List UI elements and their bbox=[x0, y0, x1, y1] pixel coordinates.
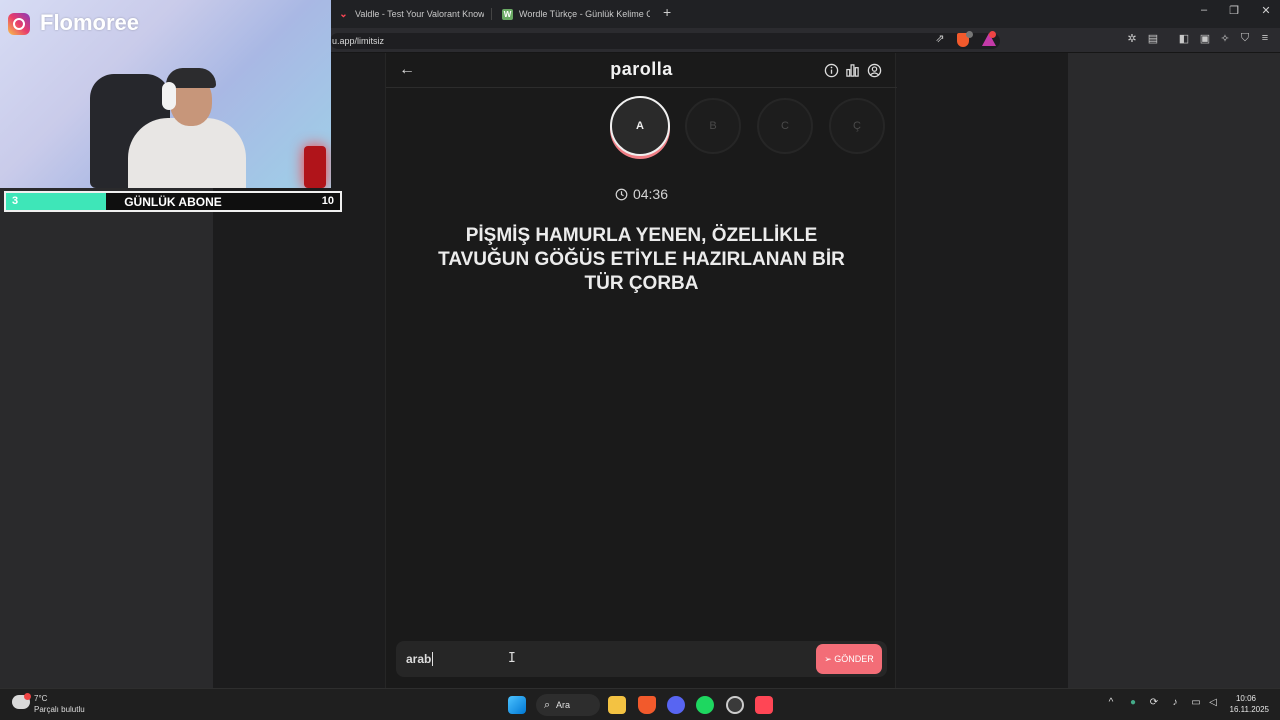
send-button-label: GÖNDER bbox=[834, 654, 874, 664]
info-icon[interactable] bbox=[824, 63, 839, 78]
letter-progress: A B C Ç bbox=[386, 96, 897, 156]
network-icon[interactable]: ▭ bbox=[1189, 697, 1203, 708]
user-profile-icon[interactable] bbox=[867, 63, 882, 78]
webcam-overlay: Flomoree bbox=[0, 0, 331, 188]
subscriber-goal-label: GÜNLÜK ABONE bbox=[124, 195, 222, 209]
share-icon[interactable]: ⇗ bbox=[932, 32, 948, 45]
brave-browser-icon[interactable] bbox=[638, 696, 656, 714]
microphone-icon[interactable]: ♪ bbox=[1168, 697, 1182, 708]
clock-time[interactable]: 10:06 bbox=[1236, 694, 1256, 703]
reading-list-icon[interactable]: ▤ bbox=[1145, 32, 1161, 45]
app-header: ← parolla bbox=[386, 53, 897, 88]
extensions-icon[interactable]: ✲ bbox=[1124, 32, 1140, 45]
spotify-icon[interactable] bbox=[696, 696, 714, 714]
valdle-favicon-icon: ⌄ bbox=[339, 8, 348, 20]
wordle-favicon-icon: W bbox=[502, 8, 513, 20]
volume-icon[interactable]: ◁ bbox=[1206, 697, 1220, 708]
send-arrow-icon: ➢ bbox=[824, 654, 832, 664]
minimize-icon[interactable]: – bbox=[1194, 4, 1214, 16]
file-explorer-icon[interactable] bbox=[608, 696, 626, 714]
wallet-icon[interactable]: ▣ bbox=[1197, 32, 1213, 45]
channel-name: Flomoree bbox=[40, 10, 140, 35]
obs-icon[interactable] bbox=[726, 696, 744, 714]
taskbar-search[interactable]: Ara bbox=[536, 694, 600, 716]
rewards-badge bbox=[989, 31, 996, 38]
answer-input-value: arab bbox=[406, 652, 434, 666]
timer-value: 04:36 bbox=[632, 186, 669, 202]
tab-title: Wordle Türkçe - Günlük Kelime Oyun bbox=[519, 9, 650, 19]
leo-ai-icon[interactable]: ✧ bbox=[1217, 32, 1233, 45]
letter-circle-active: A bbox=[610, 96, 670, 156]
sidebar-icon[interactable]: ◧ bbox=[1176, 32, 1192, 45]
close-icon[interactable]: ✕ bbox=[1256, 4, 1276, 17]
question-text: PİŞMİŞ HAMURLA YENEN, ÖZELLİKLE TAVUĞUN … bbox=[438, 225, 845, 294]
stats-chart-icon[interactable] bbox=[845, 63, 860, 78]
discord-icon[interactable] bbox=[667, 696, 685, 714]
weather-alert-badge bbox=[24, 693, 31, 700]
tray-overflow-icon[interactable]: ^ bbox=[1104, 697, 1118, 708]
clock-date[interactable]: 16.11.2025 bbox=[1230, 705, 1269, 714]
tab-separator bbox=[491, 8, 492, 20]
menu-icon[interactable]: ≡ bbox=[1257, 32, 1273, 44]
taskbar-search-label: Ara bbox=[556, 700, 571, 710]
instagram-icon bbox=[8, 13, 30, 35]
valorant-icon[interactable] bbox=[755, 696, 773, 714]
subscriber-goal-target: 10 bbox=[321, 195, 334, 207]
tab-wordle[interactable]: W Wordle Türkçe - Günlük Kelime Oyun bbox=[502, 4, 650, 24]
answer-input[interactable]: arab ➢ GÖNDER bbox=[396, 641, 887, 677]
timer: 04:36 bbox=[386, 186, 897, 202]
headphones-graphic bbox=[162, 82, 176, 110]
send-button[interactable]: ➢ GÖNDER bbox=[816, 644, 882, 674]
parolla-app: ← parolla A B C Ç 04:36 PİŞMİŞ HAMURLA Y… bbox=[385, 53, 897, 688]
red-lamp-graphic bbox=[304, 146, 326, 188]
url-text: u.app/limitsiz bbox=[332, 36, 385, 46]
app-title: parolla bbox=[610, 59, 673, 79]
new-tab-button[interactable]: + bbox=[663, 4, 671, 20]
windows-taskbar: 7°C Parçalı bulutlu Ara ^ ● ⟳ ♪ ▭ ◁ 10:0… bbox=[0, 688, 1280, 720]
tray-app-icon[interactable]: ● bbox=[1126, 697, 1140, 708]
subscriber-goal-bar: 3 GÜNLÜK ABONE 10 bbox=[4, 191, 342, 212]
weather-description: Parçalı bulutlu bbox=[34, 705, 85, 714]
shield-count-badge bbox=[966, 31, 973, 38]
letter-circle: C bbox=[757, 98, 813, 154]
url-field[interactable]: u.app/limitsiz bbox=[330, 33, 1000, 49]
text-cursor-icon: I bbox=[508, 651, 516, 666]
sync-icon[interactable]: ⟳ bbox=[1147, 697, 1161, 708]
letter-circle: B bbox=[685, 98, 741, 154]
letter-circle: Ç bbox=[829, 98, 885, 154]
clock-icon bbox=[615, 188, 628, 201]
vpn-shield-icon[interactable]: ⛉ bbox=[1237, 32, 1253, 45]
weather-temperature: 7°C bbox=[34, 694, 48, 703]
maximize-icon[interactable]: ❐ bbox=[1224, 4, 1244, 17]
tab-valdle[interactable]: ⌄ Valdle - Test Your Valorant Knowledg bbox=[338, 4, 484, 24]
streamer-body-graphic bbox=[128, 118, 246, 188]
tab-title: Valdle - Test Your Valorant Knowledg bbox=[355, 9, 484, 19]
windows-start-icon[interactable] bbox=[508, 696, 526, 714]
